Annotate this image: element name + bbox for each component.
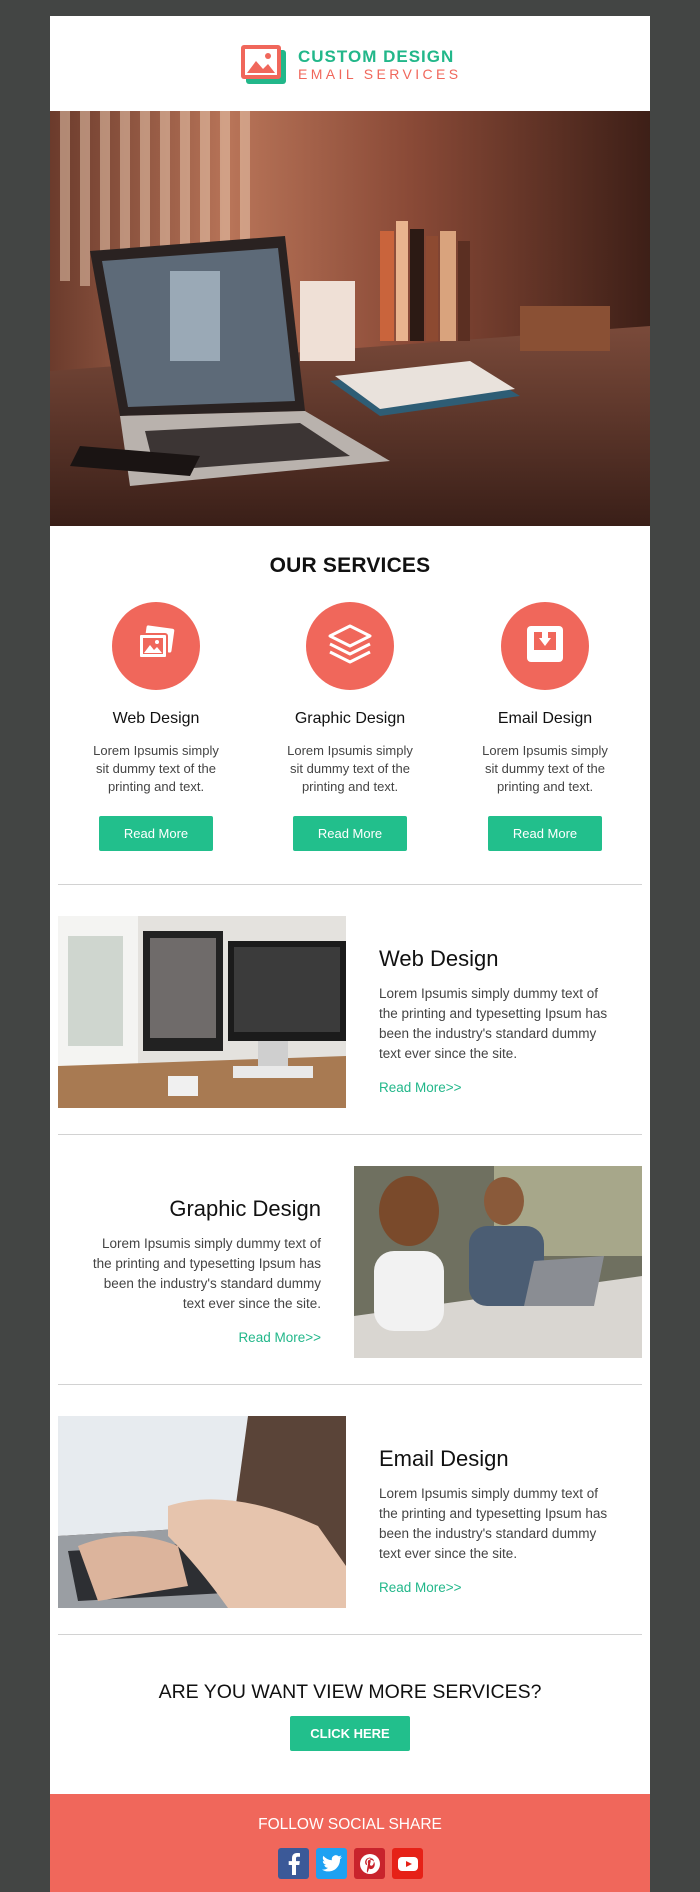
graphic-design-image [354,1166,642,1358]
photos-icon [135,624,177,668]
logo-subtitle: EMAIL SERVICES [298,66,462,82]
feature-text: Lorem Ipsumis simply dummy text of the p… [379,1486,608,1561]
email-design-image [58,1416,346,1608]
facebook-icon[interactable] [278,1848,309,1879]
read-more-link[interactable]: Read More>> [379,1580,462,1595]
services-heading: OUR SERVICES [269,554,431,577]
read-more-button[interactable]: Read More [488,816,602,851]
twitter-icon[interactable] [316,1848,347,1879]
logo[interactable]: CUSTOM DESIGN EMAIL SERVICES [240,44,470,86]
service-text: Lorem Ipsumis simply sit dummy text of t… [482,743,608,794]
service-circle [306,602,394,690]
hero-image [50,111,650,526]
feature-title: Email Design [379,1446,509,1471]
divider [58,884,642,885]
divider [58,1634,642,1635]
read-more-link[interactable]: Read More>> [379,1080,462,1095]
service-circle [112,602,200,690]
logo-image-icon [240,44,288,86]
web-design-image [58,916,346,1108]
inbox-icon [525,624,565,669]
pinterest-icon[interactable] [354,1848,385,1879]
social-icons [278,1848,423,1879]
service-circle [501,602,589,690]
footer: FOLLOW SOCIAL SHARE [50,1794,650,1892]
divider [58,1384,642,1385]
feature-title: Graphic Design [169,1196,321,1221]
divider [58,1134,642,1135]
feature-text: Lorem Ipsumis simply dummy text of the p… [379,986,608,1061]
service-card-web: Web Design Lorem Ipsumis simply sit dumm… [71,602,241,851]
feature-text: Lorem Ipsumis simply dummy text of the p… [92,1236,321,1311]
layers-icon [326,622,374,671]
click-here-button[interactable]: CLICK HERE [290,1716,410,1751]
email-container: CUSTOM DESIGN EMAIL SERVICES OUR SERVICE… [50,16,650,1892]
service-card-email: Email Design Lorem Ipsumis simply sit du… [460,602,630,851]
service-title: Web Design [112,710,200,727]
service-card-graphic: Graphic Design Lorem Ipsumis simply sit … [265,602,435,851]
service-text: Lorem Ipsumis simply sit dummy text of t… [93,743,219,794]
feature-title: Web Design [379,946,499,971]
logo-title: CUSTOM DESIGN [298,47,455,66]
read-more-link[interactable]: Read More>> [50,1330,321,1345]
youtube-icon[interactable] [392,1848,423,1879]
service-title: Email Design [497,710,593,727]
follow-heading: FOLLOW SOCIAL SHARE [258,1816,442,1833]
cta-question: ARE YOU WANT VIEW MORE SERVICES? [158,1681,542,1703]
service-title: Graphic Design [294,710,406,727]
service-text: Lorem Ipsumis simply sit dummy text of t… [287,743,413,794]
read-more-button[interactable]: Read More [99,816,213,851]
read-more-button[interactable]: Read More [293,816,407,851]
